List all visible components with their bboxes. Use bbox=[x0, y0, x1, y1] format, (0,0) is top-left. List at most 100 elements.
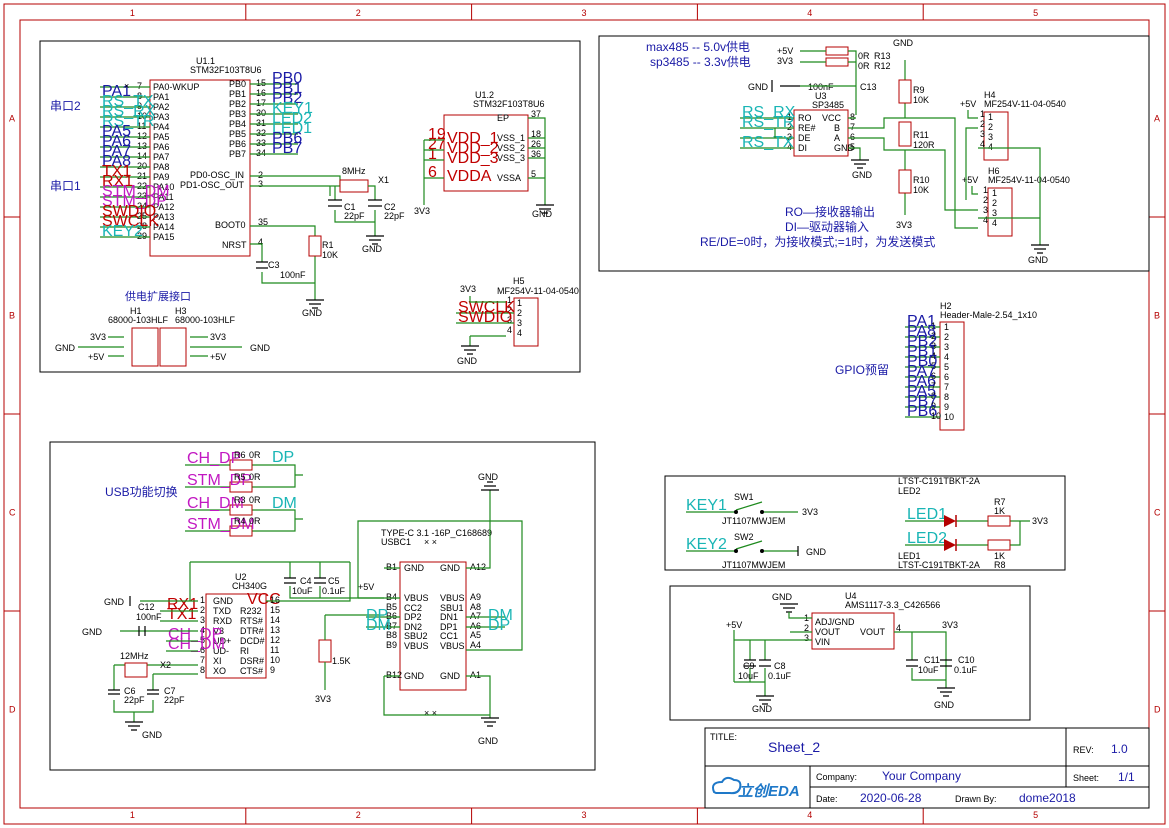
svg-text:10K: 10K bbox=[913, 95, 929, 105]
svg-text:120R: 120R bbox=[913, 140, 935, 150]
svg-text:1/1: 1/1 bbox=[1118, 770, 1135, 784]
mcu-pin-PA3: PA3 bbox=[153, 112, 169, 122]
svg-text:10uF: 10uF bbox=[918, 665, 939, 675]
u1-2-pin-VSSA: VSSA bbox=[497, 173, 521, 183]
svg-text:dome2018: dome2018 bbox=[1019, 791, 1076, 805]
svg-text:Company:: Company: bbox=[816, 772, 857, 782]
svg-text:68000-103HLF: 68000-103HLF bbox=[108, 315, 169, 325]
h2-pin-number: 7 bbox=[944, 382, 949, 392]
u3-pin-number: 8 bbox=[850, 112, 855, 122]
u2-pin-number: 15 bbox=[270, 605, 280, 615]
h1-connector bbox=[131, 327, 159, 367]
svg-text:SW1: SW1 bbox=[734, 492, 754, 502]
frame-col-label: 5 bbox=[1033, 810, 1038, 820]
svg-text:+5V: +5V bbox=[962, 175, 978, 185]
svg-text:GND: GND bbox=[302, 308, 323, 318]
mcu-pin-number: 31 bbox=[256, 118, 266, 128]
usbc-pin-vbus: VBUS bbox=[404, 641, 429, 651]
u3-pin-A: A bbox=[834, 133, 840, 143]
frame-row-label: A bbox=[1154, 114, 1160, 124]
u2-pin-number: 10 bbox=[270, 655, 280, 665]
svg-text:1K: 1K bbox=[994, 506, 1005, 516]
svg-text:GND: GND bbox=[806, 547, 827, 557]
usbc-pin-vbus: VBUS bbox=[440, 593, 465, 603]
u3-pin-number: 7 bbox=[850, 122, 855, 132]
u1-2-pin-EP: EP bbox=[497, 113, 509, 123]
svg-text:SP3485: SP3485 bbox=[812, 100, 844, 110]
svg-text:GND: GND bbox=[478, 472, 499, 482]
u3-pin-B: B bbox=[834, 123, 840, 133]
h2-pin-index: 10 bbox=[931, 411, 941, 421]
svg-text:LED2: LED2 bbox=[898, 486, 921, 496]
svg-text:Drawn By:: Drawn By: bbox=[955, 794, 997, 804]
mcu-pin-PB1: PB1 bbox=[229, 89, 246, 99]
svg-text:10uF: 10uF bbox=[292, 586, 313, 596]
uart1-title: 串口1 bbox=[50, 179, 81, 193]
svg-text:JT1107MWJEM: JT1107MWJEM bbox=[722, 560, 785, 570]
u3-pin-number: 6 bbox=[850, 132, 855, 142]
power-ext-title: 供电扩展接口 bbox=[125, 289, 191, 303]
mcu-pin-PA15: PA15 bbox=[153, 232, 174, 242]
frame-col-label: 5 bbox=[1033, 8, 1038, 18]
svg-text:22pF: 22pF bbox=[344, 211, 365, 221]
h3-connector bbox=[159, 327, 187, 367]
svg-text:R12: R12 bbox=[874, 61, 891, 71]
u2-pin-DCD#: DCD# bbox=[240, 636, 265, 646]
svg-text:GND: GND bbox=[1028, 255, 1049, 265]
svg-text:MF254V-11-04-0540: MF254V-11-04-0540 bbox=[984, 99, 1066, 109]
usbc-pin-number: B12 bbox=[386, 670, 402, 680]
svg-text:Your Company: Your Company bbox=[882, 769, 961, 783]
svg-text:0R: 0R bbox=[858, 51, 870, 61]
mcu-pin-number: 12 bbox=[137, 131, 147, 141]
svg-text:LTST-C191TBKT-2A: LTST-C191TBKT-2A bbox=[898, 476, 980, 486]
h6-pin-index: 2 bbox=[983, 195, 988, 205]
svg-text:0.1uF: 0.1uF bbox=[322, 586, 346, 596]
mcu-pin-PA9: PA9 bbox=[153, 172, 169, 182]
h4-pin-index: 2 bbox=[980, 119, 985, 129]
svg-text:3V3: 3V3 bbox=[315, 694, 331, 704]
frame-row-label: B bbox=[1154, 311, 1160, 321]
mcu-pin-PA8: PA8 bbox=[153, 162, 169, 172]
u2-pin-DTR#: DTR# bbox=[240, 626, 264, 636]
svg-text:X1: X1 bbox=[378, 175, 389, 185]
svg-text:GND: GND bbox=[752, 704, 773, 714]
mcu-pin-PB7: PB7 bbox=[229, 149, 246, 159]
usb-section: USB功能切换 CH_DPR6 0RSTM_DPR5 0RCH_DMR3 0RSTM_… bbox=[49, 441, 596, 771]
svg-text:+5V: +5V bbox=[210, 352, 226, 362]
usbc-pin-dp2: DP2 bbox=[404, 612, 422, 622]
u2-pin-TXD: TXD bbox=[213, 606, 232, 616]
u1-2-pin-VSS_2: VSS_2 bbox=[497, 143, 525, 153]
mcu-section: 串口2 串口1 U1.1 STM32F103T8U6 PA0-WKUP7PA18… bbox=[39, 40, 581, 373]
h6-pin-number: 3 bbox=[992, 208, 997, 218]
svg-text:C5: C5 bbox=[328, 576, 340, 586]
svg-text:C11: C11 bbox=[924, 655, 940, 665]
svg-text:C10: C10 bbox=[958, 655, 975, 665]
svg-text:0.1uF: 0.1uF bbox=[954, 665, 978, 675]
svg-text:GND: GND bbox=[748, 82, 769, 92]
mcu-pin-number: 20 bbox=[137, 161, 147, 171]
usbc-no-connect: × × bbox=[424, 537, 437, 547]
svg-text:10K: 10K bbox=[322, 250, 338, 260]
h6-pin-number: 2 bbox=[992, 198, 997, 208]
frame-row-label: B bbox=[9, 311, 15, 321]
frame-col-label: 1 bbox=[130, 810, 135, 820]
osc-out-pin: PD1-OSC_OUT bbox=[180, 180, 245, 190]
svg-text:22pF: 22pF bbox=[164, 695, 185, 705]
h5-pin-number: 4 bbox=[517, 328, 522, 338]
svg-text:GND: GND bbox=[142, 730, 163, 740]
usbc-pin-number: A7 bbox=[470, 611, 481, 621]
h5-pin-number: 3 bbox=[517, 318, 522, 328]
mcu-pin-number: 17 bbox=[256, 98, 266, 108]
u2-pin-number: 3 bbox=[200, 615, 205, 625]
u2-pin-number: 1 bbox=[200, 595, 205, 605]
u2-pin-R232: R232 bbox=[240, 606, 262, 616]
usbc-pin-number: B4 bbox=[386, 592, 397, 602]
frame-col-label: 3 bbox=[582, 810, 587, 820]
frame-col-label: 4 bbox=[807, 8, 812, 18]
u2-pin-GND: GND bbox=[213, 596, 234, 606]
u2-pin-CTS#: CTS# bbox=[240, 666, 263, 676]
h6-pin-number: 1 bbox=[992, 188, 997, 198]
svg-text:GND: GND bbox=[104, 597, 125, 607]
svg-text:+5V: +5V bbox=[88, 352, 104, 362]
svg-text:DP: DP bbox=[272, 449, 294, 466]
